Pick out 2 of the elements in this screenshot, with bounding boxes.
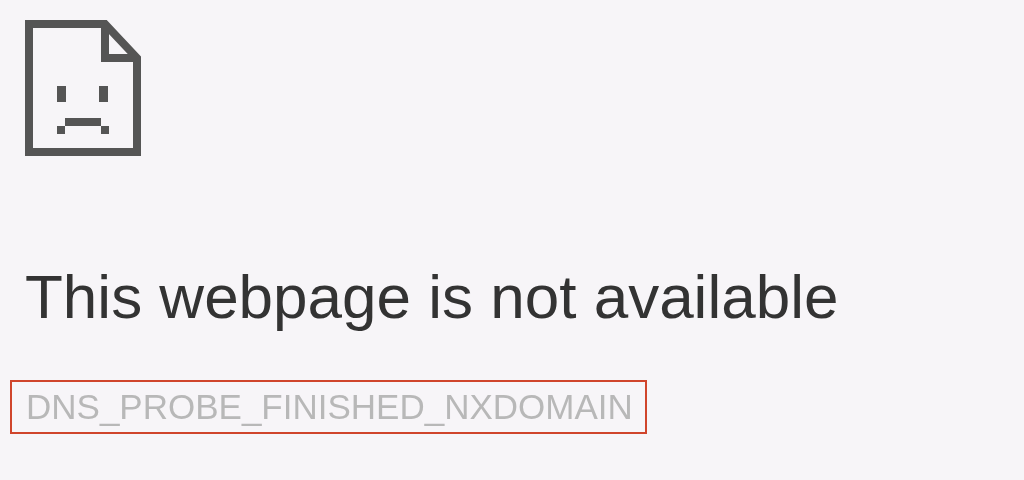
sad-page-icon — [25, 20, 141, 156]
error-code: DNS_PROBE_FINISHED_NXDOMAIN — [10, 380, 647, 434]
